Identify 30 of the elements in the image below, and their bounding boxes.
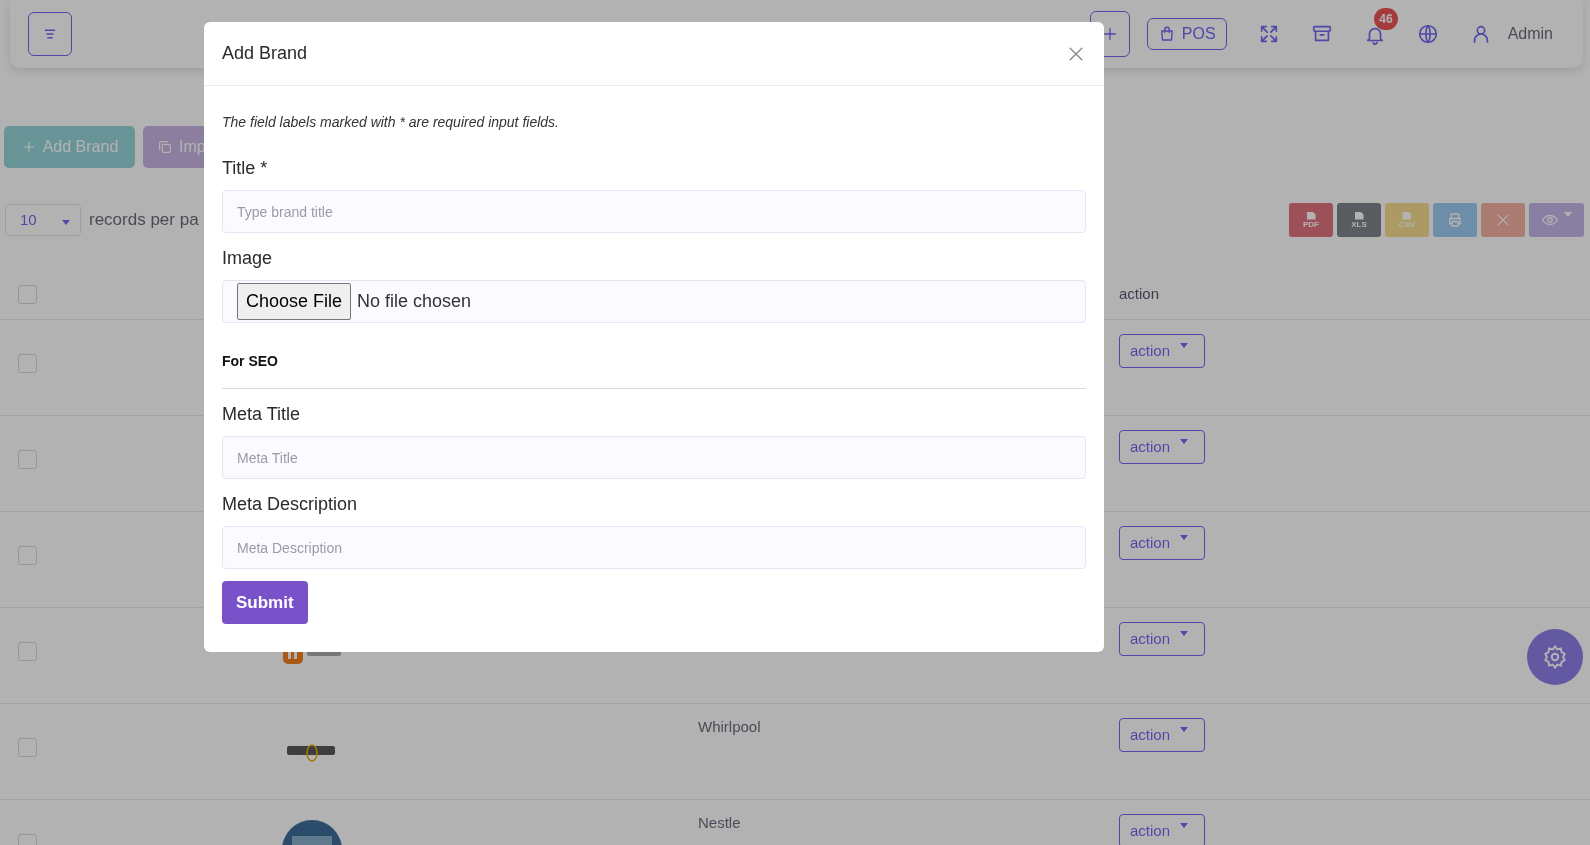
- choose-file-button[interactable]: Choose File: [237, 283, 352, 320]
- page-size-select[interactable]: 10: [5, 204, 81, 236]
- field-label: Title *: [222, 157, 269, 180]
- action-button[interactable]: action: [1119, 526, 1205, 560]
- page-size-label: records per pa: [89, 209, 199, 232]
- user-name[interactable]: Admin: [1507, 22, 1553, 46]
- pdf-button[interactable]: PDF: [1289, 203, 1333, 237]
- section-heading: For SEO: [222, 351, 1086, 389]
- action-button[interactable]: action: [1119, 334, 1205, 368]
- input-field[interactable]: Type brand title: [222, 190, 1086, 233]
- input-field[interactable]: Meta Title: [222, 436, 1086, 479]
- field-label: Meta Description: [222, 493, 359, 516]
- file-field[interactable]: Choose File No file chosen: [222, 280, 1086, 323]
- brand-name: Whirlpool: [698, 718, 761, 735]
- field-label: Meta Title: [222, 403, 302, 426]
- form-note: The field labels marked with * are required input fields.: [222, 113, 560, 132]
- action-button[interactable]: action: [1119, 814, 1205, 845]
- input-field[interactable]: Meta Description: [222, 526, 1086, 569]
- notification-badge: 46: [1374, 8, 1398, 31]
- column-header: action: [1119, 284, 1161, 305]
- action-button[interactable]: action: [1119, 622, 1205, 656]
- file-status: No file chosen: [357, 290, 472, 313]
- action-button[interactable]: action: [1119, 718, 1205, 752]
- action-button[interactable]: action: [1119, 430, 1205, 464]
- pos-button[interactable]: POS: [1146, 18, 1227, 50]
- modal-title: Add Brand: [222, 42, 308, 65]
- field-label: Image: [222, 247, 274, 270]
- submit-button[interactable]: Submit: [222, 581, 308, 624]
- xls-button[interactable]: XLS: [1337, 203, 1381, 237]
- brand-name: Nestle: [698, 814, 741, 831]
